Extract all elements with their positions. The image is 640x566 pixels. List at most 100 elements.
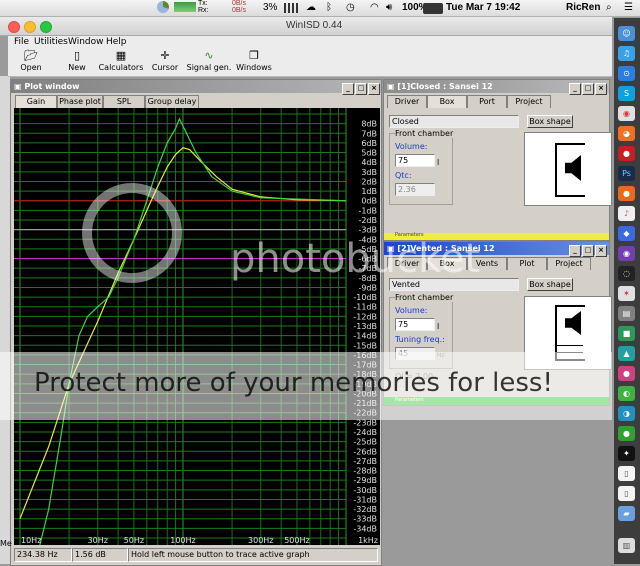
cpu-pie-icon[interactable] (157, 1, 169, 13)
closed-box-shape-button[interactable]: Box shape (527, 115, 573, 128)
document2-icon[interactable]: ▯ (618, 486, 635, 501)
app-teal-icon[interactable]: ▲ (618, 346, 635, 361)
app-black-icon[interactable]: ✦ (618, 446, 635, 461)
vented-tab-project[interactable]: Project (547, 257, 591, 270)
timer-icon[interactable]: ◷ (346, 2, 355, 13)
menu-window[interactable]: Window (68, 37, 104, 47)
app-gray-icon[interactable]: ▤ (618, 306, 635, 321)
closed-tab-project[interactable]: Project (507, 95, 551, 108)
closed-tab-driver[interactable]: Driver (387, 95, 427, 108)
closed-box-type-field[interactable]: Closed (389, 115, 519, 128)
notification-center-icon[interactable]: ☰ (624, 2, 633, 13)
background-window-edge (0, 76, 10, 564)
volume-icon[interactable]: 🔊︎ (386, 2, 392, 13)
close-window-button[interactable] (8, 21, 20, 33)
plot-window-title-bar[interactable]: ▣ Plot window _ □ × (11, 80, 381, 95)
net-rx: 0B/s (232, 7, 247, 14)
safari-icon[interactable]: ⊙ (618, 66, 635, 81)
vented-tab-driver[interactable]: Driver (387, 257, 427, 270)
closed-qtc-label: Qtc: (395, 171, 412, 180)
skype-icon[interactable]: S (618, 86, 635, 101)
closed-tab-port[interactable]: Port (467, 95, 507, 108)
vented-box-shape-button[interactable]: Box shape (527, 278, 573, 291)
app-green-icon[interactable]: ■ (618, 326, 635, 341)
cursor-button[interactable]: ✛ Cursor (150, 49, 180, 76)
app-blue-icon[interactable]: ◆ (618, 226, 635, 241)
y-tick-label: -6dB (358, 255, 377, 264)
vented-close-button[interactable]: × (595, 245, 607, 257)
spotlight-icon[interactable]: ⌕ (606, 2, 612, 13)
vented-window-icon: ▣ (387, 244, 395, 253)
app-orange-icon[interactable]: ● (618, 186, 635, 201)
menu-file[interactable]: File (14, 37, 29, 47)
windows-icon: ❐ (249, 49, 259, 62)
finder-icon[interactable]: ☺ (618, 26, 635, 41)
calculators-button[interactable]: ▦ Calculators (98, 49, 144, 76)
closed-params-label: Parameters (395, 232, 424, 238)
app-cyan-icon[interactable]: ◑ (618, 406, 635, 421)
y-tick-label: -4dB (358, 235, 377, 244)
app-red-icon[interactable]: ● (618, 146, 635, 161)
chrome-icon[interactable]: ◉ (618, 106, 635, 121)
vented-tab-plot[interactable]: Plot (507, 257, 547, 270)
zoom-window-button[interactable] (40, 21, 52, 33)
open-button[interactable]: 📂︎ Open (16, 49, 46, 76)
datetime[interactable]: Tue Mar 7 19:42 (446, 2, 520, 13)
bars-icon[interactable] (284, 3, 298, 13)
battery-icon[interactable] (423, 3, 443, 14)
closed-window-title-bar[interactable]: ▣ [1]Closed : Sansei 12 _ □ × (384, 80, 609, 95)
photoshop-icon[interactable]: Ps (618, 166, 635, 181)
document-icon[interactable]: ▯ (618, 466, 635, 481)
wifi-icon[interactable]: ◠ (370, 2, 379, 13)
closed-tab-box[interactable]: Box (427, 95, 467, 108)
firefox-icon[interactable]: ◕ (618, 126, 635, 141)
app-green2-icon[interactable]: ● (618, 426, 635, 441)
vented-maximize-button[interactable]: □ (582, 245, 594, 257)
app-pink-icon[interactable]: ● (618, 366, 635, 381)
app-purple-icon[interactable]: ◉ (618, 246, 635, 261)
trash-icon[interactable]: ▥ (618, 538, 635, 553)
new-button[interactable]: ▯ New (62, 49, 92, 76)
vented-volume-input[interactable]: 75 (395, 318, 435, 331)
signal-gen-button[interactable]: ∿ Signal gen. (186, 49, 232, 76)
menu-help[interactable]: Help (106, 37, 127, 47)
status-hint: Hold left mouse button to trace active g… (128, 548, 378, 562)
plot-close-button[interactable]: × (368, 83, 380, 95)
y-tick-label: -11dB (353, 303, 377, 312)
tab-gain[interactable]: Gain (15, 95, 57, 108)
tab-group-delay[interactable]: Group delay (145, 95, 199, 108)
tab-phase-plot[interactable]: Phase plot (57, 95, 103, 108)
vented-tab-box[interactable]: Box (427, 257, 467, 270)
vented-minimize-button[interactable]: _ (569, 245, 581, 257)
itunes-icon[interactable]: ♪ (618, 206, 635, 221)
minimize-window-button[interactable] (24, 21, 36, 33)
cloud-icon[interactable]: ☁ (306, 2, 316, 13)
bluetooth-icon[interactable]: ᛒ (326, 2, 332, 13)
tab-spl[interactable]: SPL (103, 95, 145, 108)
net-tx: 0B/s (232, 0, 247, 7)
app-lime-icon[interactable]: ◐ (618, 386, 635, 401)
y-tick-label: -3dB (358, 226, 377, 235)
app-star-icon[interactable]: ✶ (618, 286, 635, 301)
plot-minimize-button[interactable]: _ (342, 83, 354, 95)
closed-minimize-button[interactable]: _ (569, 83, 581, 95)
windows-button[interactable]: ❐ Windows (234, 49, 274, 76)
app-dark-icon[interactable]: ◌ (618, 266, 635, 281)
user-name[interactable]: RicRen (566, 2, 600, 13)
closed-close-button[interactable]: × (595, 83, 607, 95)
calculator-icon: ▦ (115, 49, 127, 62)
vented-box-type-field[interactable]: Vented (389, 278, 519, 291)
closed-volume-input[interactable]: 75 (395, 154, 435, 167)
windows-label: Windows (236, 63, 272, 72)
vented-window-title-bar[interactable]: ▣ [2]Vented : Sansei 12 _ □ × (384, 242, 609, 257)
gain-chart[interactable]: 8dB7dB6dB5dB4dB3dB2dB1dB0dB-1dB-2dB-3dB-… (14, 108, 380, 545)
music-app-icon[interactable]: ♫ (618, 46, 635, 61)
closed-maximize-button[interactable]: □ (582, 83, 594, 95)
y-tick-label: 0dB (361, 197, 377, 206)
vented-tab-vents[interactable]: Vents (467, 257, 507, 270)
menu-utilities[interactable]: Utilities (34, 37, 68, 47)
folder-icon[interactable]: ▰ (618, 506, 635, 521)
y-tick-label: -24dB (353, 428, 377, 437)
vented-tuning-field[interactable]: 45 (395, 347, 435, 360)
plot-maximize-button[interactable]: □ (355, 83, 367, 95)
